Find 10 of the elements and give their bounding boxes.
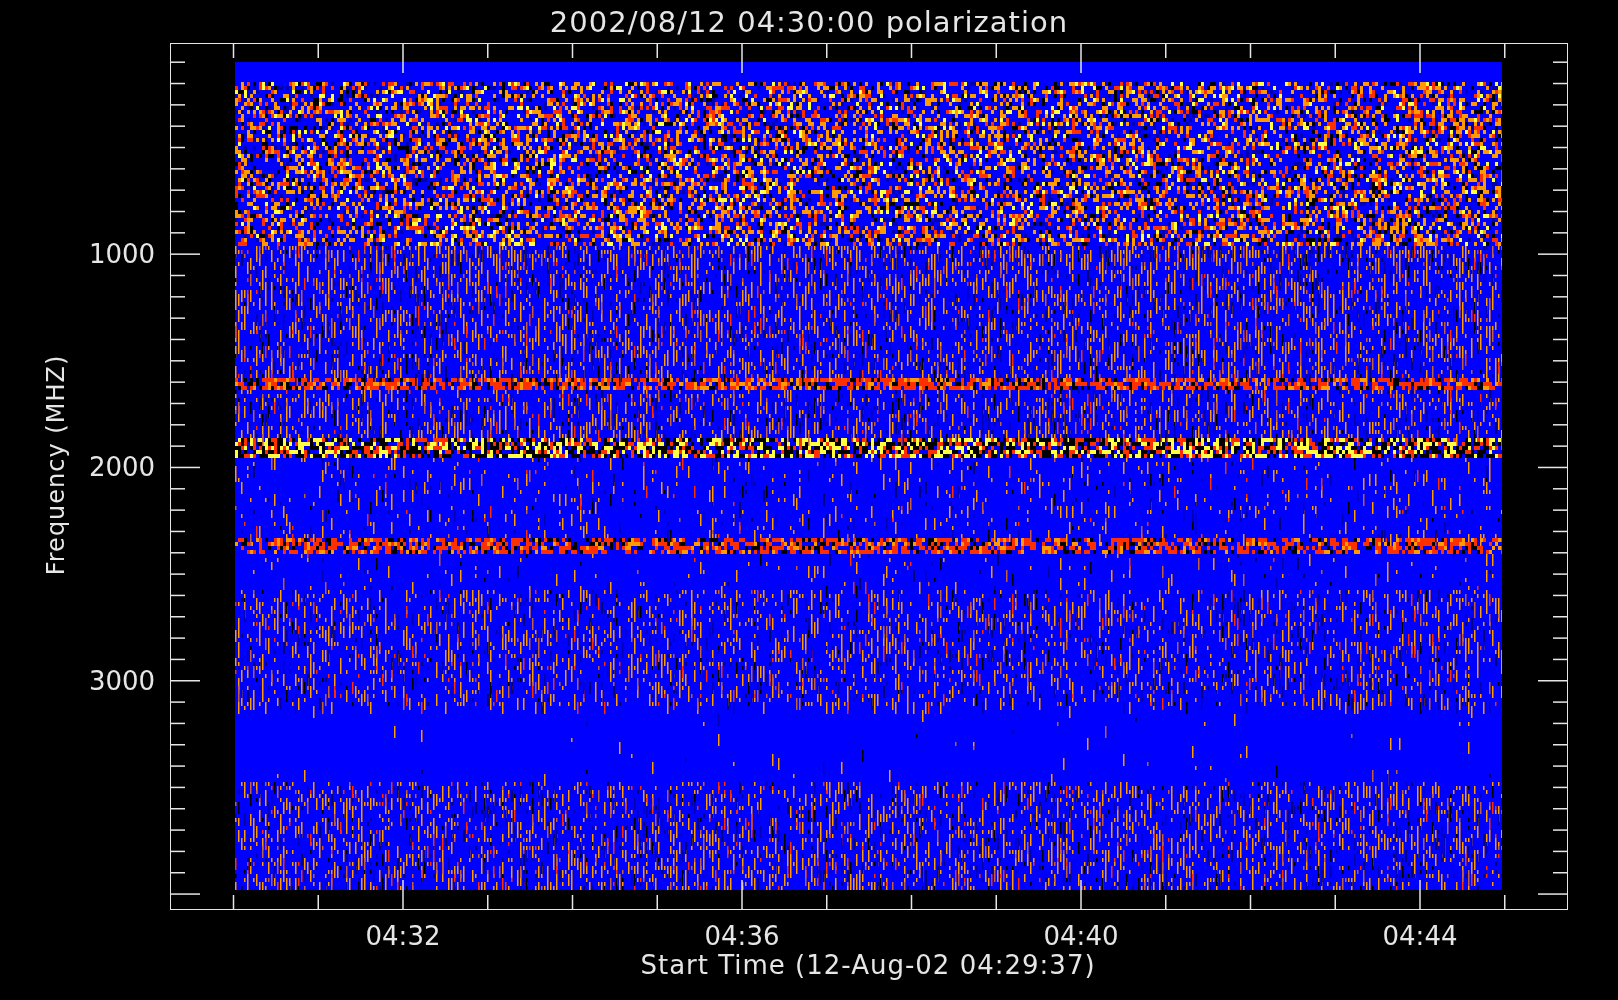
axis-label: Start Time (12-Aug-02 04:29:37) bbox=[640, 952, 1096, 978]
tick-label: 3000 bbox=[88, 667, 156, 694]
plot-title: 2002/08/12 04:30:00 polarization bbox=[548, 3, 1070, 41]
tick-label: 04:32 bbox=[365, 923, 441, 949]
tick-label: 04:36 bbox=[704, 923, 780, 949]
tick-label: 2000 bbox=[88, 454, 156, 481]
tick-label: 04:44 bbox=[1382, 923, 1458, 949]
tick-label: 1000 bbox=[88, 241, 156, 268]
tick-label: 04:40 bbox=[1043, 923, 1119, 949]
axis-label: Frequency (MHZ) bbox=[44, 354, 68, 576]
